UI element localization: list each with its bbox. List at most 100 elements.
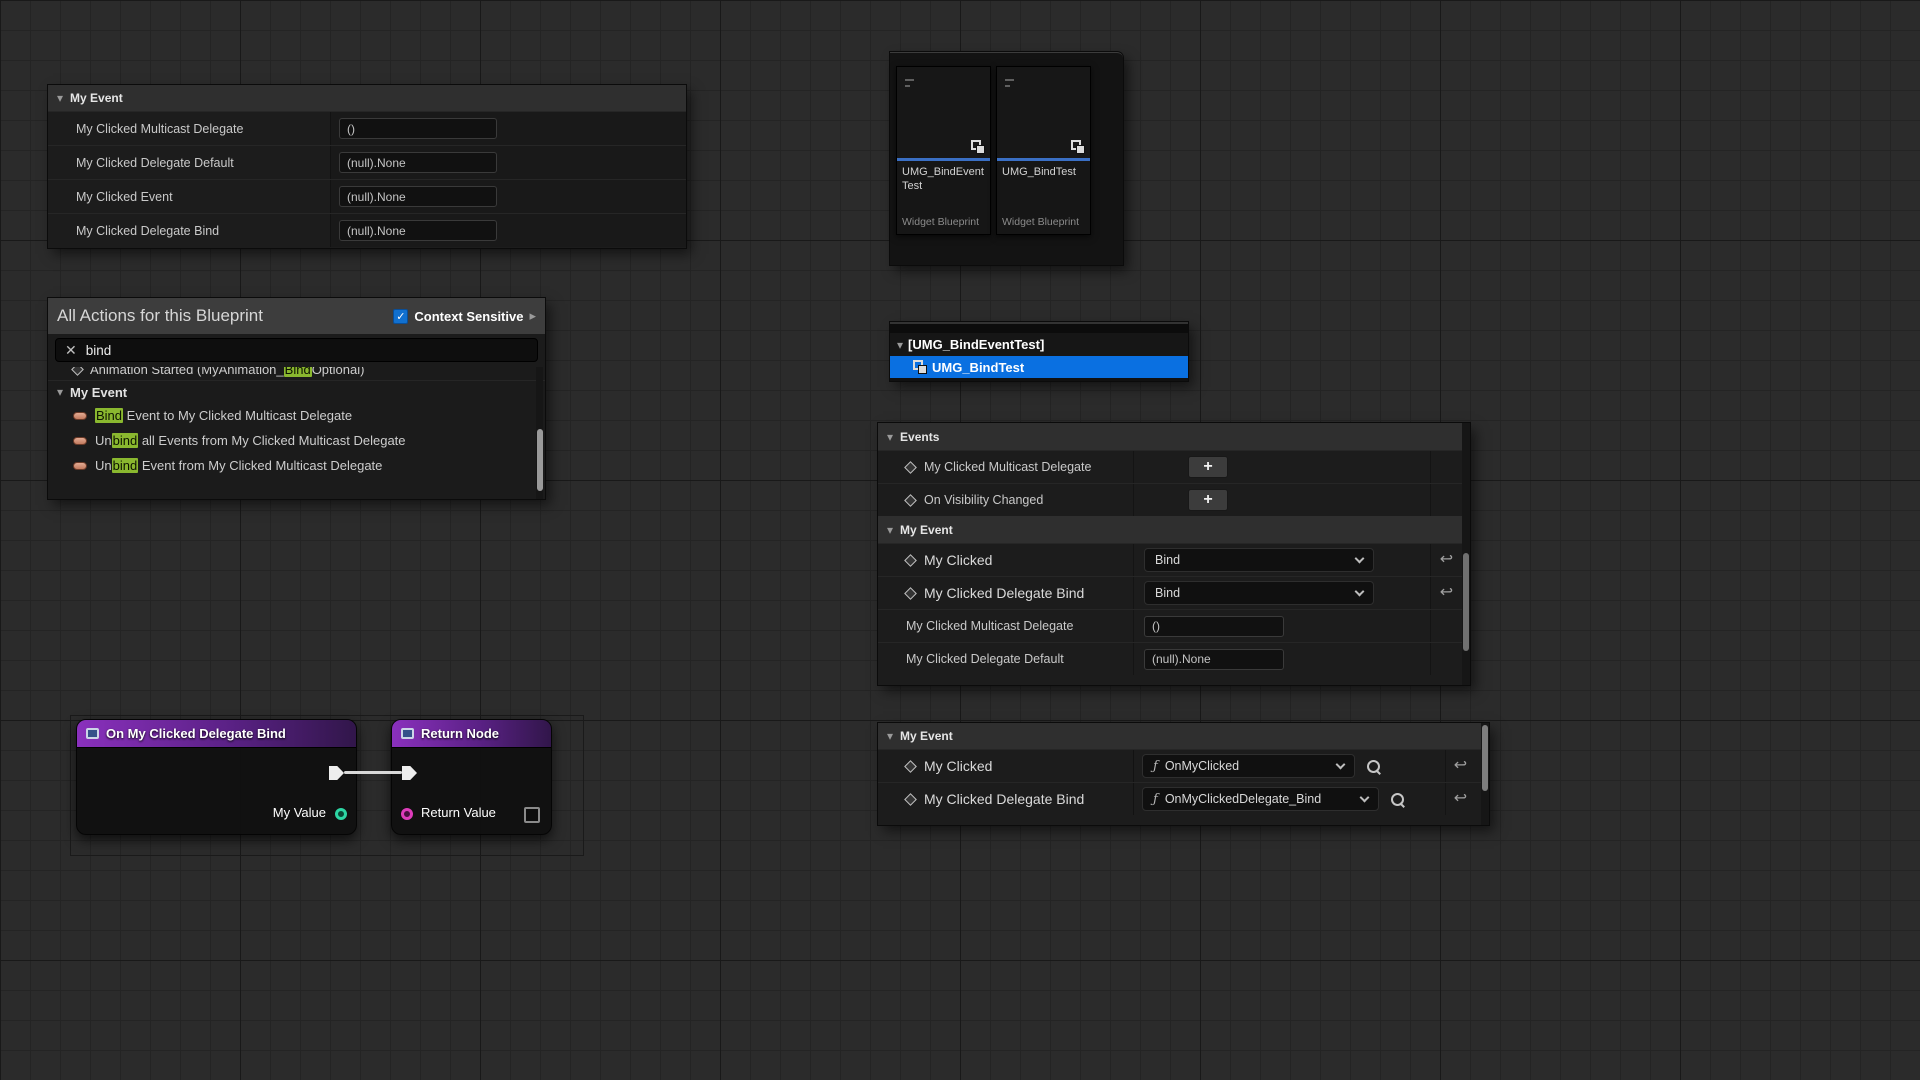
widget-hierarchy-panel: ▾ [UMG_BindEventTest] UMG_BindTest xyxy=(890,322,1188,381)
exec-output-pin[interactable] xyxy=(329,766,344,780)
action-item-unbind-all[interactable]: Unbind all Events from My Clicked Multic… xyxy=(48,428,545,453)
clipped-list-item[interactable]: Animation Started (MyAnimation_BindOptio… xyxy=(48,367,545,381)
actions-scrollbar-thumb[interactable] xyxy=(537,429,543,491)
input-pin-label: Return Value xyxy=(421,805,496,820)
asset-thumbnail xyxy=(897,67,990,161)
action-item-label: Animation Started (MyAnimation_BindOptio… xyxy=(90,367,364,377)
hierarchy-root-label: [UMG_BindEventTest] xyxy=(908,337,1044,352)
output-pin-label: My Value xyxy=(273,805,326,820)
dropdown-value: OnMyClickedDelegate_Bind xyxy=(1165,792,1354,806)
delegate-icon xyxy=(73,437,87,445)
details-panel-right: ▾ Events My Clicked Multicast Delegate +… xyxy=(878,423,1470,685)
chevron-down-icon xyxy=(1355,586,1365,596)
node-header[interactable]: Return Node xyxy=(392,720,551,748)
node-header[interactable]: On My Clicked Delegate Bind xyxy=(77,720,356,748)
bind-dropdown[interactable]: Bind xyxy=(1144,548,1374,572)
context-sensitive-checkbox[interactable]: ✓ xyxy=(393,309,408,324)
event-icon xyxy=(904,793,917,806)
reset-to-default-icon[interactable]: ↩ xyxy=(1440,585,1453,601)
event-row: My Clicked Multicast Delegate + xyxy=(878,450,1470,483)
exec-wire[interactable] xyxy=(344,771,402,774)
bind-dropdown[interactable]: Bind xyxy=(1144,581,1374,605)
asset-card-umg-bindtest[interactable]: UMG_BindTest Widget Blueprint xyxy=(996,66,1091,235)
actions-search-bar: ✕ xyxy=(55,338,538,362)
blueprint-actions-menu: All Actions for this Blueprint ✓ Context… xyxy=(48,298,545,499)
property-value-field[interactable]: (null).None xyxy=(339,186,497,207)
actions-list: Animation Started (MyAnimation_BindOptio… xyxy=(48,367,545,499)
add-event-button[interactable]: + xyxy=(1188,456,1228,478)
add-event-button[interactable]: + xyxy=(1188,489,1228,511)
property-row: My Clicked Delegate Bind (null).None xyxy=(48,213,686,247)
category-header-my-event[interactable]: ▾ My Event xyxy=(48,85,686,111)
action-item-label: Unbind Event from My Clicked Multicast D… xyxy=(95,458,382,473)
exec-input-pin[interactable] xyxy=(402,766,417,780)
return-node-icon xyxy=(401,728,414,739)
property-value: () xyxy=(1152,619,1160,633)
property-value-field[interactable]: (null).None xyxy=(339,220,497,241)
property-label: My Clicked Multicast Delegate xyxy=(906,619,1073,633)
bound-function-row: My Clicked ƒ OnMyClicked ↩ xyxy=(878,749,1489,782)
property-value: (null).None xyxy=(347,156,406,170)
chevron-down-icon xyxy=(1355,553,1365,563)
clear-search-icon[interactable]: ✕ xyxy=(65,343,77,357)
property-value-field[interactable]: () xyxy=(1144,616,1284,637)
return-value-input-pin[interactable] xyxy=(401,808,413,820)
reset-to-default-icon[interactable]: ↩ xyxy=(1440,552,1453,568)
event-icon xyxy=(904,554,917,567)
collapse-arrow-icon: ▾ xyxy=(887,730,893,742)
blueprint-graph-canvas[interactable]: { "icons": { "expand_down": "▾", "expand… xyxy=(0,0,1920,1080)
actions-search-input[interactable] xyxy=(86,343,528,358)
actions-menu-header: All Actions for this Blueprint ✓ Context… xyxy=(48,298,545,334)
property-value-field[interactable]: () xyxy=(339,118,497,139)
actions-scrollbar xyxy=(536,367,543,499)
function-binding-dropdown[interactable]: ƒ OnMyClickedDelegate_Bind xyxy=(1142,787,1379,811)
return-value-checkbox[interactable] xyxy=(524,807,540,823)
widget-blueprint-icon xyxy=(1071,140,1085,154)
property-row: My Clicked Delegate Default (null).None xyxy=(878,642,1470,675)
asset-card-umg-bindeventtest[interactable]: UMG_BindEventTest Widget Blueprint xyxy=(896,66,991,235)
property-label: My Clicked Multicast Delegate xyxy=(76,122,243,136)
dropdown-value: Bind xyxy=(1155,586,1349,600)
action-item-label: Bind Event to My Clicked Multicast Deleg… xyxy=(95,408,352,423)
hierarchy-root-row[interactable]: ▾ [UMG_BindEventTest] xyxy=(890,333,1188,356)
browse-to-function-icon[interactable] xyxy=(1366,759,1381,774)
details-panel-bottom: ▾ My Event My Clicked ƒ OnMyClicked ↩ My… xyxy=(878,723,1489,825)
function-icon: ƒ xyxy=(1153,759,1158,774)
details-panel-my-event: ▾ My Event My Clicked Multicast Delegate… xyxy=(48,85,686,248)
hierarchy-selected-row[interactable]: UMG_BindTest xyxy=(890,356,1188,378)
property-label: My Clicked Delegate Default xyxy=(906,652,1064,666)
property-label: My Clicked Delegate Bind xyxy=(76,224,219,238)
category-header-events[interactable]: ▾ Events xyxy=(878,423,1470,450)
node-return-node[interactable]: Return Node Return Value xyxy=(391,719,552,835)
hierarchy-selected-label: UMG_BindTest xyxy=(932,360,1024,375)
collapse-arrow-icon: ▾ xyxy=(887,524,893,536)
expand-right-icon[interactable]: ▸ xyxy=(529,308,536,324)
node-on-my-clicked-delegate-bind[interactable]: On My Clicked Delegate Bind My Value xyxy=(76,719,357,835)
actions-category-my-event[interactable]: ▾ My Event xyxy=(48,381,545,403)
delegate-icon xyxy=(73,462,87,470)
function-icon: ƒ xyxy=(1153,792,1158,807)
reset-to-default-icon[interactable]: ↩ xyxy=(1454,791,1467,807)
category-header-my-event[interactable]: ▾ My Event xyxy=(878,516,1470,543)
function-binding-dropdown[interactable]: ƒ OnMyClicked xyxy=(1142,754,1355,778)
actions-menu-title: All Actions for this Blueprint xyxy=(57,306,387,326)
chevron-down-icon xyxy=(1360,792,1370,802)
category-title: Events xyxy=(900,430,939,444)
my-value-output-pin[interactable] xyxy=(335,808,347,820)
action-item-unbind-event[interactable]: Unbind Event from My Clicked Multicast D… xyxy=(48,453,545,478)
property-row: My Clicked Event (null).None xyxy=(48,179,686,213)
details-scrollbar-thumb[interactable] xyxy=(1482,725,1488,791)
asset-type: Widget Blueprint xyxy=(997,216,1090,234)
action-item-bind-event[interactable]: Bind Event to My Clicked Multicast Deleg… xyxy=(48,403,545,428)
property-value-field[interactable]: (null).None xyxy=(339,152,497,173)
context-sensitive-label: Context Sensitive xyxy=(414,309,523,324)
details-scrollbar-thumb[interactable] xyxy=(1463,553,1469,651)
property-value: (null).None xyxy=(1152,652,1211,666)
reset-to-default-icon[interactable]: ↩ xyxy=(1454,758,1467,774)
category-header-my-event[interactable]: ▾ My Event xyxy=(878,723,1489,749)
event-row: On Visibility Changed + xyxy=(878,483,1470,516)
browse-to-function-icon[interactable] xyxy=(1390,792,1405,807)
property-label: My Clicked Delegate Bind xyxy=(924,791,1084,807)
property-value-field[interactable]: (null).None xyxy=(1144,649,1284,670)
anim-event-icon xyxy=(71,367,84,376)
